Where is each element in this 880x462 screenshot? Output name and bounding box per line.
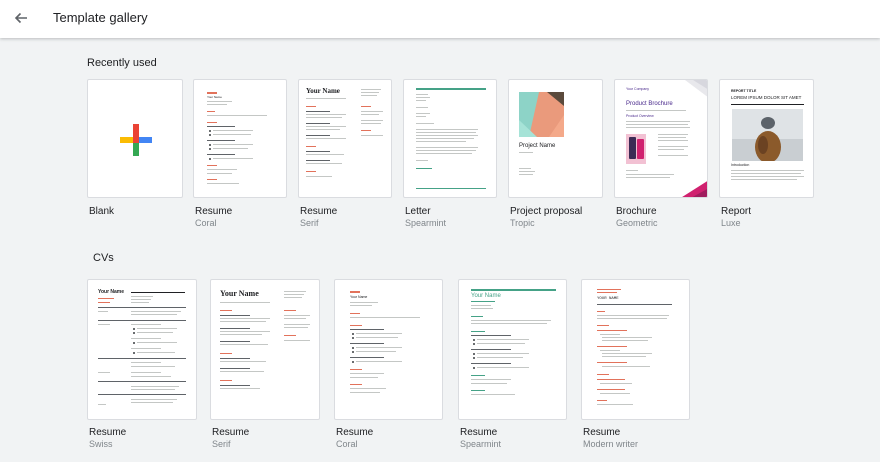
template-card-report-luxe[interactable]: REPORT TITLE LOREM IPSUM DOLOR SIT AMET … [719,79,814,229]
template-name: Resume [460,427,498,438]
template-thumbnail: Your Name [87,279,197,420]
template-name: Blank [89,206,115,217]
thumb-section: Introduction [731,163,750,167]
template-style: Geometric [616,218,658,228]
template-thumbnail [87,79,183,198]
template-name: Resume [300,206,338,217]
tropic-graphic [519,92,564,137]
template-thumbnail: Your Name [298,79,392,198]
template-style: Tropic [510,218,535,228]
thumb-heading: REPORT TITLE [731,89,757,93]
template-name: Resume [89,427,127,438]
report-photo [732,109,803,161]
thumb-heading: Your Name [471,293,501,299]
template-thumbnail: YOUR NAME [581,279,690,420]
template-card-blank[interactable]: Blank [87,79,183,229]
template-style: Serif [212,439,231,449]
thumb-heading: Project Name [519,143,556,149]
template-style: Spearmint [460,439,502,449]
template-card-resume-coral-cv[interactable]: Your Name Resume Coral [334,279,443,454]
thumb-subheading: LOREM IPSUM DOLOR SIT AMET [731,95,802,100]
template-name: Resume [583,427,621,438]
template-card-resume-serif-cv[interactable]: Your Name Resume Serif [210,279,320,454]
thumb-heading: Your Name [350,295,368,299]
template-card-resume-spearmint[interactable]: Your Name Resume Spearmint [458,279,567,454]
thumb-heading: Product Brochure [626,101,673,107]
template-style: Swiss [89,439,113,449]
page-title: Template gallery [53,10,148,25]
template-card-letter-spearmint[interactable]: Letter Spearmint [403,79,497,229]
template-thumbnail: Your Name [458,279,567,420]
template-name: Resume [336,427,374,438]
plus-icon [120,124,152,156]
template-style: Spearmint [405,218,447,228]
geometric-corner [626,80,707,197]
template-card-brochure-geometric[interactable]: Your Company Product Brochure Product Ov… [614,79,708,229]
section-title-cvs: CVs [93,252,114,264]
thumb-heading: Your Name [306,87,340,95]
template-name: Resume [212,427,250,438]
template-thumbnail: Project Name [508,79,603,198]
template-card-resume-swiss[interactable]: Your Name Resume Swiss [87,279,197,454]
template-thumbnail [403,79,497,198]
template-name: Letter [405,206,431,217]
thumb-heading: YOUR NAME [597,297,619,301]
top-bar: Template gallery [0,0,880,38]
template-name: Resume [195,206,233,217]
template-name: Report [721,206,752,217]
back-button[interactable] [8,5,34,31]
template-card-resume-serif[interactable]: Your Name Resume Serif [298,79,392,229]
template-card-project-proposal-tropic[interactable]: Project Name Project proposal Tropic [508,79,603,229]
template-thumbnail: Your Name [334,279,443,420]
template-style: Coral [195,218,217,228]
template-style: Luxe [721,218,741,228]
section-title-recently-used: Recently used [87,57,157,69]
template-thumbnail: REPORT TITLE LOREM IPSUM DOLOR SIT AMET … [719,79,814,198]
thumb-company: Your Company [626,87,650,91]
template-thumbnail: Your Name [210,279,320,420]
template-thumbnail: Your Name [193,79,287,198]
template-name: Project proposal [510,206,583,217]
template-thumbnail: Your Company Product Brochure Product Ov… [614,79,708,198]
template-style: Coral [336,439,358,449]
template-name: Brochure [616,206,657,217]
template-style: Serif [300,218,319,228]
thumb-heading: Your Name [207,95,222,99]
template-card-resume-coral[interactable]: Your Name Resume Coral [193,79,287,229]
template-style: Modern writer [583,439,639,449]
thumb-heading: Your Name [220,289,259,298]
template-card-resume-modern-writer[interactable]: YOUR NAME Resume Modern writer [581,279,690,454]
thumb-heading: Your Name [98,289,125,295]
arrow-left-icon [14,12,27,24]
thumb-subheading: Product Overview [626,114,654,118]
